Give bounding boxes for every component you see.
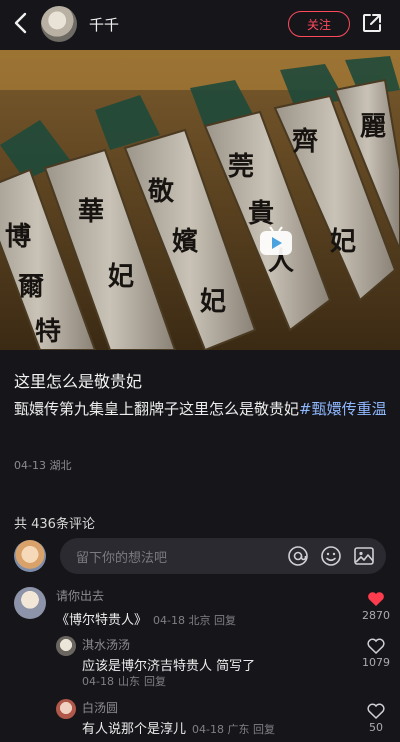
comment-body: 《博尔特贵人》 04-18 北京 回复 <box>56 609 236 628</box>
at-icon[interactable] <box>287 545 309 567</box>
post-meta: 04-13 湖北 <box>14 457 71 473</box>
emoji-icon[interactable] <box>320 545 342 567</box>
heart-icon <box>367 638 385 654</box>
post-description: 甄嬛传第九集皇上翻牌子这里怎么是敬贵妃#甄嬛传重温 <box>14 398 392 421</box>
comment-body: 有人说那个是淳儿 04-18 广东 回复 <box>82 718 275 737</box>
heart-filled-icon <box>368 592 384 606</box>
svg-text:妃: 妃 <box>108 261 134 292</box>
image-icon[interactable] <box>353 545 375 567</box>
comment-location: 山东 <box>117 675 140 688</box>
commenter-name[interactable]: 白汤圆 <box>82 699 118 716</box>
reply-item: 白汤圆 有人说那个是淳儿 04-18 广东 回复 50 <box>0 697 400 742</box>
share-icon[interactable] <box>361 12 383 34</box>
comment-meta: 04-18 广东 回复 <box>192 723 275 736</box>
reply-link[interactable]: 回复 <box>144 675 166 688</box>
top-bar: 千千 关注 <box>0 0 400 50</box>
comment-meta: 04-18 山东 回复 <box>76 673 166 689</box>
post-title: 这里怎么是敬贵妃 <box>14 372 143 391</box>
author-avatar[interactable] <box>41 6 77 42</box>
like-button[interactable]: 50 <box>362 703 390 734</box>
svg-text:特: 特 <box>35 316 61 347</box>
comment-input-row: 留下你的想法吧 <box>0 538 400 578</box>
play-icon[interactable] <box>259 226 293 256</box>
svg-text:博: 博 <box>5 222 31 252</box>
reply-link[interactable]: 回复 <box>214 614 236 627</box>
comment-location: 广东 <box>227 723 250 736</box>
video-player[interactable]: 博爾特 華妃 敬嬪妃 莞貴人 齊妃 麗 <box>0 50 400 350</box>
commenter-name[interactable]: 淇水汤汤 <box>82 636 130 653</box>
hashtag-link[interactable]: #甄嬛传重温 <box>299 400 387 418</box>
svg-text:貴: 貴 <box>248 199 274 229</box>
back-arrow-icon[interactable] <box>10 10 32 36</box>
svg-text:莞: 莞 <box>228 152 254 182</box>
reply-item: 淇水汤汤 应该是博尔济吉特贵人 简写了 04-18 山东 回复 1079 <box>0 634 400 689</box>
commenter-avatar[interactable] <box>14 587 46 619</box>
author-name[interactable]: 千千 <box>89 14 119 35</box>
comment-text: 应该是博尔济吉特贵人 简写了 <box>82 659 256 674</box>
svg-text:敬: 敬 <box>147 177 175 207</box>
commenter-avatar[interactable] <box>56 636 76 656</box>
video-frame: 博爾特 華妃 敬嬪妃 莞貴人 齊妃 麗 <box>0 50 400 350</box>
comment-date: 04-18 <box>82 675 114 688</box>
reply-link[interactable]: 回复 <box>253 723 275 736</box>
like-button[interactable]: 1079 <box>362 638 390 669</box>
svg-text:華: 華 <box>78 197 104 227</box>
comment-text: 有人说那个是淳儿 <box>82 722 187 737</box>
comment-meta: 04-18 北京 回复 <box>153 614 236 627</box>
like-count: 50 <box>369 721 383 734</box>
post-location: 湖北 <box>49 459 72 472</box>
comment-item: 请你出去 《博尔特贵人》 04-18 北京 回复 2870 <box>0 585 400 630</box>
post-date: 04-13 <box>14 459 46 472</box>
follow-button[interactable]: 关注 <box>288 11 350 37</box>
like-count: 1079 <box>362 656 390 669</box>
comment-date: 04-18 <box>153 614 185 627</box>
comment-count: 共 436条评论 <box>14 517 95 532</box>
my-avatar <box>14 540 46 572</box>
svg-text:妃: 妃 <box>330 226 356 257</box>
like-button[interactable]: 2870 <box>362 591 390 622</box>
comment-text: 《博尔特贵人》 <box>56 613 148 628</box>
svg-text:爾: 爾 <box>17 272 44 302</box>
comment-location: 北京 <box>188 614 211 627</box>
like-count: 2870 <box>362 609 390 622</box>
svg-text:麗: 麗 <box>360 112 386 142</box>
svg-text:齊: 齊 <box>292 126 318 157</box>
commenter-name[interactable]: 请你出去 <box>56 587 104 604</box>
comment-date: 04-18 <box>192 723 224 736</box>
post-description-text: 甄嬛传第九集皇上翻牌子这里怎么是敬贵妃 <box>14 400 300 418</box>
svg-text:嬪: 嬪 <box>172 227 198 257</box>
svg-text:妃: 妃 <box>200 286 226 317</box>
commenter-avatar[interactable] <box>56 699 76 719</box>
heart-icon <box>367 703 385 719</box>
